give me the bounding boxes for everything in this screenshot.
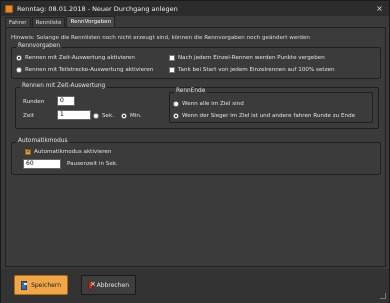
checkbox-punkte-vergeben[interactable] xyxy=(169,55,175,61)
app-icon xyxy=(5,4,13,13)
close-icon[interactable]: × xyxy=(375,4,384,13)
save-button[interactable]: Speichern xyxy=(14,275,68,295)
zeitauswertung-legend: Rennen mit Zeit-Auswertung xyxy=(20,83,108,89)
radio-min[interactable] xyxy=(121,113,127,119)
automatikmodus-legend: Automatikmodus xyxy=(16,138,70,144)
cancel-icon xyxy=(88,280,95,290)
option-min[interactable]: Min. xyxy=(121,113,142,119)
dialog-window: Renntag: 08.01.2018 - Neuer Durchgang an… xyxy=(0,0,390,303)
check-tank-100-label: Tank bei Start von jedem Einzelrennen au… xyxy=(178,67,335,73)
runden-input[interactable]: 0 xyxy=(57,96,75,106)
save-icon xyxy=(21,280,28,290)
option-zeit-auswertung[interactable]: Rennen mit Zeit-Auswertung aktivieren xyxy=(16,55,135,61)
option-sieger-im-ziel[interactable]: Wenn der Sieger im Ziel ist und andere f… xyxy=(173,113,355,119)
resize-grip-icon[interactable] xyxy=(380,293,386,299)
radio-sek[interactable] xyxy=(93,113,99,119)
tab-fahrer[interactable]: Fahrer xyxy=(5,17,31,27)
tab-rennvorgaben[interactable]: RennVorgaben xyxy=(66,16,116,27)
save-button-label: Speichern xyxy=(31,281,61,289)
checkbox-automatikmodus[interactable] xyxy=(25,148,31,155)
option-sieger-im-ziel-label: Wenn der Sieger im Ziel ist und andere f… xyxy=(182,113,356,119)
checkbox-tank-100[interactable] xyxy=(169,67,175,73)
option-zeit-auswertung-label: Rennen mit Zeit-Auswertung aktivieren xyxy=(25,55,135,61)
check-automatikmodus[interactable]: Automatikmodus aktivieren xyxy=(25,148,112,155)
zeit-label: Zeit xyxy=(23,113,35,119)
option-sek-label: Sek. xyxy=(102,113,115,119)
rennvorgaben-legend: Rennvorgaben xyxy=(16,43,63,49)
automatikmodus-group: Automatikmodus xyxy=(11,138,381,175)
option-sek[interactable]: Sek. xyxy=(93,113,114,119)
tab-bar: Fahrer Rennliste RennVorgaben xyxy=(5,16,116,27)
pausenzeit-label: Pausenzeit in Sek. xyxy=(67,161,118,167)
cancel-button-label: Abbrechen xyxy=(96,281,129,289)
option-alle-im-ziel[interactable]: Wenn alle im Ziel sind xyxy=(173,101,244,107)
option-teilstrecke-auswertung-label: Rennen mit Teilstrecke-Auswertung aktivi… xyxy=(25,67,154,73)
rennvorgaben-group: Rennvorgaben xyxy=(11,43,381,79)
zeit-input[interactable]: 1 xyxy=(57,110,91,120)
check-tank-100[interactable]: Tank bei Start von jedem Einzelrennen au… xyxy=(169,67,335,73)
window-title: Renntag: 08.01.2018 - Neuer Durchgang an… xyxy=(17,4,178,13)
radio-zeit-auswertung[interactable] xyxy=(16,55,22,61)
check-automatikmodus-label: Automatikmodus aktivieren xyxy=(34,149,112,155)
option-alle-im-ziel-label: Wenn alle im Ziel sind xyxy=(182,101,244,107)
check-punkte-vergeben[interactable]: Nach jedem Einzel-Rennen werden Punkte v… xyxy=(169,55,325,61)
radio-teilstrecke-auswertung[interactable] xyxy=(16,67,22,73)
radio-sieger-im-ziel[interactable] xyxy=(173,113,179,119)
pausenzeit-input[interactable]: 60 xyxy=(23,159,61,169)
radio-alle-im-ziel[interactable] xyxy=(173,101,179,107)
option-min-label: Min. xyxy=(130,113,142,119)
check-punkte-vergeben-label: Nach jedem Einzel-Rennen werden Punkte v… xyxy=(178,55,325,61)
title-bar: Renntag: 08.01.2018 - Neuer Durchgang an… xyxy=(1,1,389,16)
rennende-legend: RennEnde xyxy=(174,88,208,94)
runden-label: Runden xyxy=(23,99,45,105)
hint-text: Hinweis: Solange die Rennlisten noch nic… xyxy=(11,35,310,41)
cancel-button[interactable]: Abbrechen xyxy=(81,275,136,295)
tab-rennliste[interactable]: Rennliste xyxy=(31,17,66,27)
option-teilstrecke-auswertung[interactable]: Rennen mit Teilstrecke-Auswertung aktivi… xyxy=(16,67,153,73)
